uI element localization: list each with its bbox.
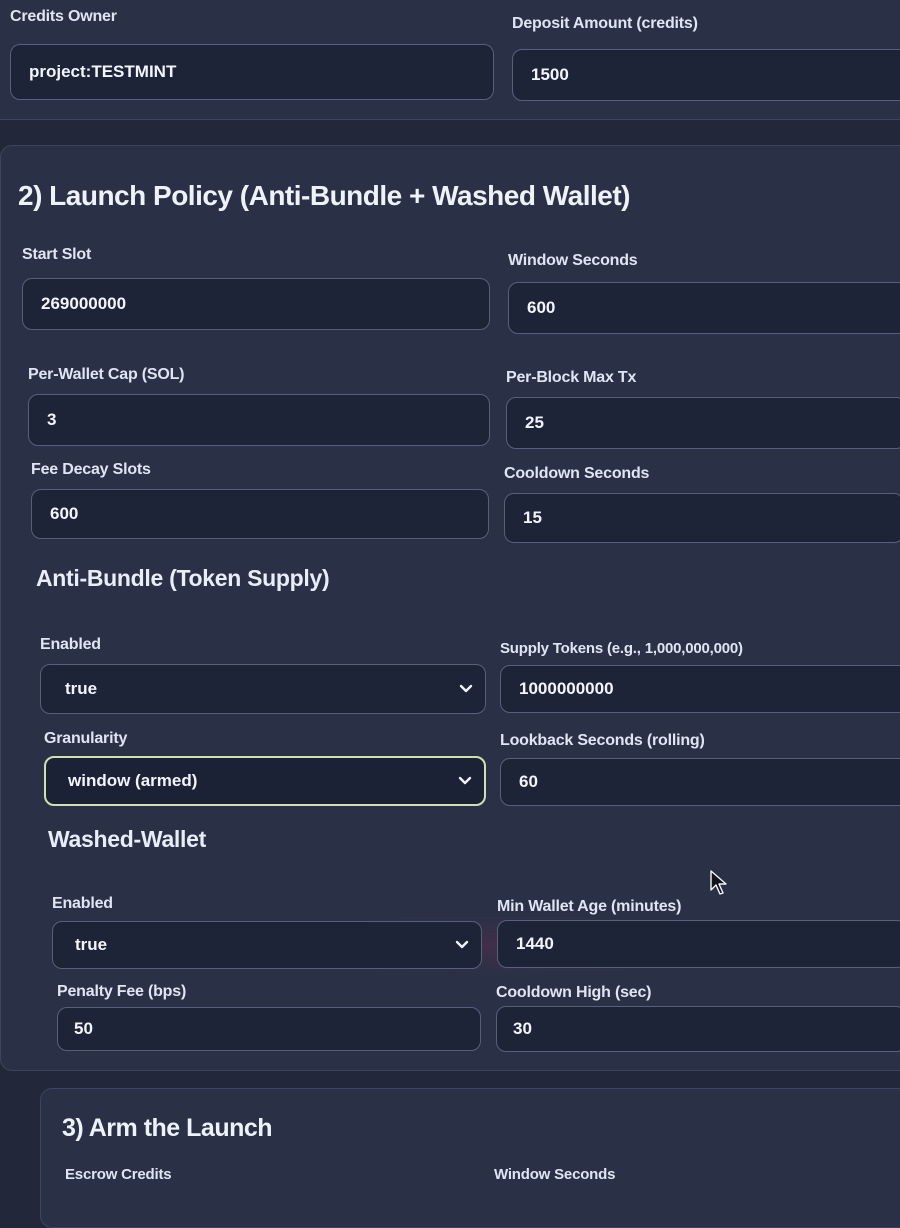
supply-tokens-field: Supply Tokens (e.g., 1,000,000,000) 1000… <box>500 640 900 720</box>
launch-policy-title: 2) Launch Policy (Anti-Bundle + Washed W… <box>18 180 630 211</box>
per-wallet-cap-input[interactable]: 3 <box>28 394 490 446</box>
arm-window-seconds-label: Window Seconds <box>494 1166 616 1183</box>
chevron-down-icon <box>458 776 472 785</box>
window-seconds-field: Window Seconds 600 <box>508 252 900 338</box>
window-seconds-input[interactable]: 600 <box>508 282 900 334</box>
escrow-credits-label: Escrow Credits <box>65 1166 172 1183</box>
cooldown-seconds-input[interactable]: 15 <box>504 493 900 543</box>
granularity-label: Granularity <box>44 730 128 747</box>
granularity-field: Granularity window (armed) <box>44 730 488 810</box>
washed-wallet-enabled-field: Enabled true <box>52 895 484 975</box>
lookback-seconds-label: Lookback Seconds (rolling) <box>500 732 705 749</box>
washed-wallet-title: Washed-Wallet <box>48 826 206 852</box>
per-block-max-field: Per-Block Max Tx 25 <box>506 369 900 451</box>
cooldown-high-label: Cooldown High (sec) <box>496 984 652 1001</box>
credits-owner-label: Credits Owner <box>10 8 117 25</box>
chevron-down-icon <box>455 940 469 949</box>
cooldown-high-input[interactable]: 30 <box>496 1006 900 1052</box>
credits-owner-field: Credits Owner project:TESTMINT <box>10 8 496 103</box>
granularity-value: window (armed) <box>68 771 198 790</box>
penalty-fee-input[interactable]: 50 <box>57 1007 481 1051</box>
min-wallet-age-field: Min Wallet Age (minutes) 1440 <box>497 898 900 978</box>
washed-wallet-enabled-label: Enabled <box>52 895 113 912</box>
lookback-seconds-input[interactable]: 60 <box>500 758 900 806</box>
start-slot-label: Start Slot <box>22 246 92 263</box>
cooldown-seconds-field: Cooldown Seconds 15 <box>504 465 900 547</box>
penalty-fee-label: Penalty Fee (bps) <box>57 983 187 1000</box>
mouse-pointer-icon <box>710 870 727 895</box>
arm-launch-panel <box>40 1088 900 1228</box>
washed-wallet-enabled-value: true <box>75 935 108 954</box>
fee-decay-field: Fee Decay Slots 600 <box>31 461 491 543</box>
supply-tokens-input[interactable]: 1000000000 <box>500 665 900 713</box>
per-wallet-cap-field: Per-Wallet Cap (SOL) 3 <box>28 366 492 448</box>
anti-bundle-enabled-field: Enabled true <box>40 636 488 716</box>
cooldown-seconds-label: Cooldown Seconds <box>504 465 650 482</box>
supply-tokens-label: Supply Tokens (e.g., 1,000,000,000) <box>500 640 743 657</box>
chevron-down-icon <box>459 684 473 693</box>
start-slot-field: Start Slot 269000000 <box>22 246 492 332</box>
deposit-amount-input[interactable]: 1500 <box>512 49 900 101</box>
anti-bundle-enabled-value: true <box>65 679 98 698</box>
fee-decay-input[interactable]: 600 <box>31 489 489 539</box>
arm-launch-title: 3) Arm the Launch <box>62 1114 273 1142</box>
credits-owner-input[interactable]: project:TESTMINT <box>10 44 494 100</box>
deposit-amount-field: Deposit Amount (credits) 1500 <box>512 15 900 110</box>
min-wallet-age-input[interactable]: 1440 <box>497 920 900 968</box>
granularity-select[interactable]: window (armed) <box>44 756 486 806</box>
per-block-max-input[interactable]: 25 <box>506 397 900 449</box>
anti-bundle-enabled-select[interactable]: true <box>40 664 486 714</box>
per-block-max-label: Per-Block Max Tx <box>506 369 637 386</box>
window-seconds-label: Window Seconds <box>508 252 638 269</box>
per-wallet-cap-label: Per-Wallet Cap (SOL) <box>28 366 185 383</box>
anti-bundle-enabled-label: Enabled <box>40 636 101 653</box>
fee-decay-label: Fee Decay Slots <box>31 461 151 478</box>
washed-wallet-enabled-select[interactable]: true <box>52 921 482 969</box>
start-slot-input[interactable]: 269000000 <box>22 278 490 330</box>
min-wallet-age-label: Min Wallet Age (minutes) <box>497 898 682 915</box>
cooldown-high-field: Cooldown High (sec) 30 <box>496 984 900 1064</box>
lookback-seconds-field: Lookback Seconds (rolling) 60 <box>500 732 900 812</box>
penalty-fee-field: Penalty Fee (bps) 50 <box>57 983 483 1063</box>
anti-bundle-title: Anti-Bundle (Token Supply) <box>36 565 330 591</box>
deposit-amount-label: Deposit Amount (credits) <box>512 15 698 32</box>
